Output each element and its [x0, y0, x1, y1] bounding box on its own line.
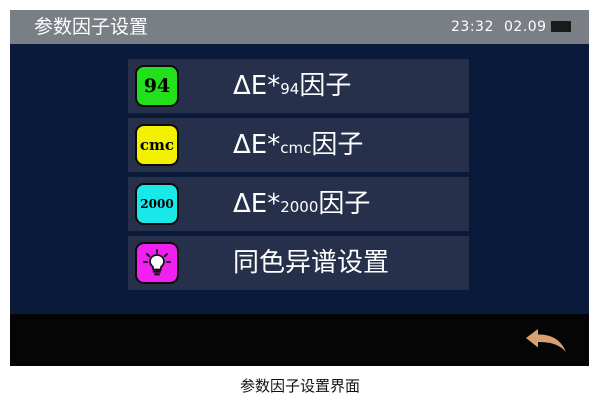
lightbulb-svg	[143, 249, 171, 276]
badge-2000-text: 2000	[140, 197, 174, 211]
label-main: ΔE*	[233, 189, 281, 219]
badge-94-text: 94	[143, 75, 171, 97]
status-date: 02.09	[504, 19, 547, 35]
bottom-bar	[10, 314, 589, 366]
label-tail: 因子	[299, 71, 352, 101]
menu-item-metamerism-settings[interactable]: 同色异谱设置	[128, 236, 469, 290]
label-tail: 因子	[318, 189, 371, 219]
menu-item-label: ΔE*cmc因子	[233, 128, 363, 165]
battery-nub	[551, 21, 571, 32]
menu-item-label: ΔE*94因子	[233, 69, 351, 106]
label-main: ΔE*	[233, 130, 281, 160]
badge-cmc-icon: cmc	[135, 124, 179, 166]
device-screen: 参数因子设置 23:32 02.09 94 ΔE*94因子 cmc ΔE*cmc…	[10, 10, 589, 366]
back-button[interactable]	[524, 328, 568, 354]
figure-caption: 参数因子设置界面	[239, 377, 360, 395]
badge-2000-icon: 2000	[135, 183, 179, 225]
menu-item-label: 同色异谱设置	[233, 246, 389, 280]
menu-item-label: ΔE*2000因子	[233, 187, 370, 224]
menu-item-delta-e-cmc[interactable]: cmc ΔE*cmc因子	[128, 118, 469, 172]
title-bar: 参数因子设置 23:32 02.09	[10, 10, 589, 44]
label-sub: 94	[280, 80, 300, 98]
badge-cmc-text: cmc	[139, 136, 175, 154]
label-sub: 2000	[280, 198, 319, 216]
menu-panel: 94 ΔE*94因子 cmc ΔE*cmc因子 2000 ΔE*2000因子 同…	[10, 44, 589, 314]
label-sub: cmc	[280, 139, 312, 157]
label-tail: 因子	[311, 130, 364, 160]
page-title: 参数因子设置	[34, 16, 149, 38]
label-main: ΔE*	[233, 71, 281, 101]
back-arrow-icon	[526, 329, 566, 352]
badge-94-icon: 94	[135, 65, 179, 107]
status-time: 23:32	[451, 19, 494, 35]
label-main: 同色异谱设置	[233, 248, 390, 278]
menu-item-delta-e-2000[interactable]: 2000 ΔE*2000因子	[128, 177, 469, 231]
lightbulb-icon	[135, 242, 179, 284]
menu-item-delta-e-94[interactable]: 94 ΔE*94因子	[128, 59, 469, 113]
